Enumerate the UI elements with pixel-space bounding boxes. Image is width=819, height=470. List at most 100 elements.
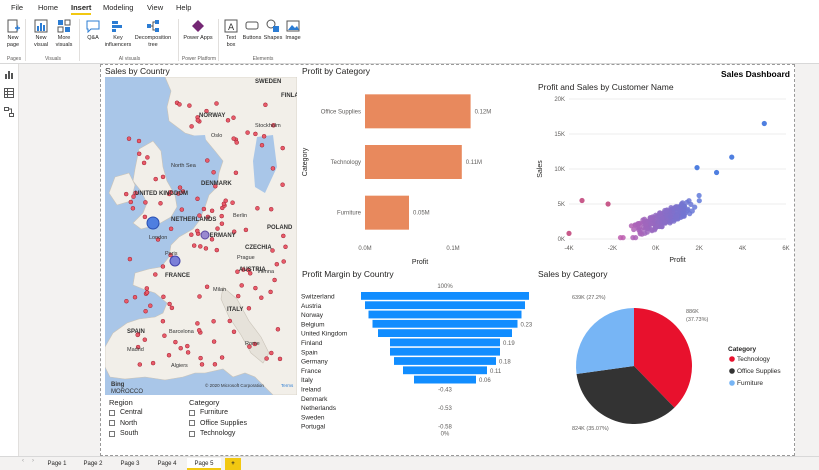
map-dot[interactable]	[272, 277, 277, 283]
scatter-point[interactable]	[605, 201, 611, 207]
map-dot[interactable]	[245, 130, 250, 135]
map-dot[interactable]	[230, 200, 235, 205]
scatter-point[interactable]	[713, 169, 720, 176]
scatter-point[interactable]	[667, 220, 673, 226]
page-tab-3[interactable]: Page 3	[113, 458, 147, 470]
map-dot[interactable]	[185, 343, 190, 349]
map-dot[interactable]	[136, 151, 142, 157]
power-apps-button[interactable]: Power Apps	[181, 19, 215, 42]
map-dot[interactable]	[177, 185, 183, 190]
map-dot[interactable]	[123, 191, 129, 197]
map-dot[interactable]	[264, 356, 269, 361]
map-dot[interactable]	[166, 352, 172, 358]
scatter-point[interactable]	[694, 165, 700, 171]
map-dot[interactable]	[231, 115, 236, 120]
map-dot[interactable]	[211, 319, 216, 324]
report-view-icon[interactable]	[4, 69, 14, 79]
slicer-item[interactable]: Central	[109, 409, 143, 416]
map-dot[interactable]	[283, 244, 288, 250]
slicer-item[interactable]: Technology	[189, 430, 235, 437]
map-dot[interactable]	[195, 321, 200, 326]
map-dot[interactable]	[153, 176, 158, 182]
text-box-button[interactable]: A Text box	[222, 19, 240, 48]
checkbox[interactable]	[189, 409, 195, 416]
scatter-point[interactable]	[696, 192, 702, 199]
scatter-point[interactable]	[644, 229, 650, 235]
map-dot[interactable]	[160, 318, 166, 324]
map-dot[interactable]	[179, 207, 185, 212]
more-visuals-button[interactable]: More visuals	[52, 19, 76, 48]
map-dot[interactable]	[195, 196, 200, 202]
map-dot[interactable]	[253, 131, 258, 137]
menu-view[interactable]: View	[147, 3, 163, 12]
map-dot[interactable]	[144, 286, 150, 291]
map-dot[interactable]	[191, 243, 197, 248]
map-dot[interactable]	[137, 362, 143, 367]
map-dot[interactable]	[243, 227, 249, 233]
scatter-point[interactable]	[689, 208, 695, 214]
scatter-point[interactable]	[566, 230, 572, 236]
map-dot[interactable]	[268, 206, 274, 212]
scatter-point[interactable]	[672, 214, 678, 220]
decomposition-tree-button[interactable]: Decomposition tree	[133, 19, 173, 48]
map-dot[interactable]	[124, 298, 129, 304]
scatter-point[interactable]	[637, 231, 643, 237]
map-bubble-france[interactable]	[169, 255, 181, 267]
map-dot[interactable]	[270, 166, 276, 171]
map-bubble-germany[interactable]	[200, 230, 210, 240]
scatter-point[interactable]	[662, 219, 668, 225]
funnel-bar[interactable]	[378, 329, 512, 337]
scatter-point[interactable]	[633, 235, 639, 241]
map-dot[interactable]	[130, 206, 136, 211]
map-dot[interactable]	[203, 246, 209, 251]
slicer-item[interactable]: Office Supplies	[189, 420, 247, 427]
map-dot[interactable]	[255, 206, 260, 211]
map-dot[interactable]	[178, 345, 183, 351]
map-dot[interactable]	[199, 362, 205, 367]
map-dot[interactable]	[169, 305, 175, 311]
map-dot[interactable]	[275, 327, 281, 332]
page-tab-2[interactable]: Page 2	[76, 458, 110, 470]
funnel-bar[interactable]	[414, 375, 476, 384]
page-tab-4[interactable]: Page 4	[150, 458, 184, 470]
map-dot[interactable]	[153, 272, 158, 277]
map-dot[interactable]	[160, 264, 166, 269]
profit-by-category-chart[interactable]: Office Supplies 0.12M Technology 0.11M Furni…	[300, 78, 530, 266]
map-dot[interactable]	[185, 350, 191, 355]
map-dot[interactable]	[231, 136, 236, 141]
map-dot[interactable]	[132, 294, 138, 300]
image-button[interactable]: Image	[283, 19, 303, 42]
checkbox[interactable]	[109, 430, 115, 437]
map-dot[interactable]	[259, 295, 264, 300]
map-dot[interactable]	[160, 174, 166, 180]
buttons-button[interactable]: Buttons	[241, 19, 263, 42]
map-dot[interactable]	[227, 318, 233, 324]
map-dot[interactable]	[161, 294, 166, 300]
map-dot[interactable]	[268, 289, 273, 295]
pie-slice[interactable]	[576, 308, 634, 374]
scatter-point[interactable]	[648, 221, 654, 227]
next-page-icon[interactable]: ›	[32, 458, 34, 464]
map-dot[interactable]	[233, 170, 239, 176]
map-dot[interactable]	[198, 244, 203, 249]
checkbox[interactable]	[109, 409, 115, 416]
map-dot[interactable]	[187, 103, 192, 108]
map-dot[interactable]	[215, 226, 220, 231]
map-dot[interactable]	[189, 124, 194, 129]
map-dot[interactable]	[263, 102, 268, 108]
menu-modeling[interactable]: Modeling	[103, 3, 133, 12]
map-dot[interactable]	[219, 213, 224, 219]
map-dot[interactable]	[225, 118, 231, 123]
map-dot[interactable]	[253, 285, 258, 291]
map-dot[interactable]	[259, 142, 265, 148]
scatter-point[interactable]	[681, 213, 687, 219]
bar[interactable]	[365, 145, 462, 179]
map-dot[interactable]	[269, 350, 274, 356]
map-dot[interactable]	[150, 360, 156, 366]
map-dot[interactable]	[209, 208, 215, 214]
model-view-icon[interactable]	[4, 107, 14, 117]
sales-map[interactable]: SWEDEN NORWAY FINLAND UNITED KINGDOM DENMARK…	[105, 77, 297, 395]
checkbox[interactable]	[109, 420, 115, 426]
funnel-bar[interactable]	[394, 357, 496, 365]
map-dot[interactable]	[211, 339, 217, 344]
